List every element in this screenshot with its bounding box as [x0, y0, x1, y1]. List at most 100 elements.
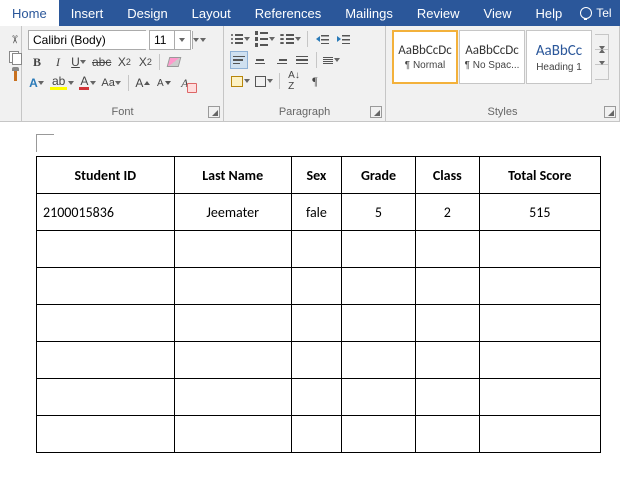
- shading-button[interactable]: [230, 72, 251, 90]
- table-cell[interactable]: [415, 268, 479, 305]
- font-color-button[interactable]: A: [78, 74, 97, 92]
- highlight-button[interactable]: ab: [49, 74, 75, 92]
- chevron-down-icon[interactable]: [174, 31, 188, 49]
- underline-button[interactable]: U: [70, 53, 88, 71]
- table-cell[interactable]: [174, 231, 291, 268]
- table-cell[interactable]: 5: [342, 194, 416, 231]
- style-heading-1[interactable]: AaBbCc Heading 1: [526, 30, 592, 84]
- table-cell[interactable]: [37, 416, 175, 453]
- gallery-more-button[interactable]: [595, 64, 608, 79]
- bullets-button[interactable]: [230, 30, 251, 48]
- table-cell[interactable]: [174, 342, 291, 379]
- change-case-button[interactable]: Aa: [100, 74, 122, 92]
- font-family-combo[interactable]: [28, 30, 146, 50]
- justify-button[interactable]: [293, 51, 311, 69]
- grow-font-button[interactable]: A: [134, 74, 152, 92]
- table-cell[interactable]: [174, 268, 291, 305]
- tab-help[interactable]: Help: [523, 0, 574, 26]
- table-cell[interactable]: [342, 268, 416, 305]
- align-right-button[interactable]: [272, 51, 290, 69]
- tab-home[interactable]: Home: [0, 0, 59, 26]
- table-cell[interactable]: [37, 268, 175, 305]
- tab-view[interactable]: View: [472, 0, 524, 26]
- table-cell[interactable]: [342, 379, 416, 416]
- table-row[interactable]: [37, 342, 601, 379]
- table-cell[interactable]: [291, 379, 341, 416]
- table-row[interactable]: [37, 379, 601, 416]
- superscript-button[interactable]: X2: [136, 53, 154, 71]
- strikethrough-button[interactable]: abc: [91, 53, 112, 71]
- table-cell[interactable]: [174, 379, 291, 416]
- table-header-cell[interactable]: Last Name: [174, 157, 291, 194]
- show-marks-button[interactable]: ¶: [306, 72, 324, 90]
- table-cell[interactable]: [37, 342, 175, 379]
- table-cell[interactable]: 515: [479, 194, 600, 231]
- clear-all-formatting-button[interactable]: A: [176, 74, 194, 92]
- table-cell[interactable]: [342, 416, 416, 453]
- table-cell[interactable]: [479, 305, 600, 342]
- table-cell[interactable]: 2: [415, 194, 479, 231]
- table-cell[interactable]: [342, 305, 416, 342]
- font-size-more[interactable]: [194, 31, 212, 49]
- table-cell[interactable]: [174, 305, 291, 342]
- table-cell[interactable]: [415, 342, 479, 379]
- student-table[interactable]: Student IDLast NameSexGradeClassTotal Sc…: [36, 156, 601, 453]
- tab-mailings[interactable]: Mailings: [333, 0, 405, 26]
- multilevel-button[interactable]: [279, 30, 302, 48]
- table-cell[interactable]: [291, 305, 341, 342]
- table-header-cell[interactable]: Class: [415, 157, 479, 194]
- numbering-button[interactable]: [254, 30, 276, 48]
- style-no-spacing[interactable]: AaBbCcDc ¶ No Spac...: [459, 30, 525, 84]
- table-cell[interactable]: [291, 342, 341, 379]
- shrink-font-button[interactable]: A: [155, 74, 173, 92]
- table-row[interactable]: [37, 231, 601, 268]
- table-cell[interactable]: [291, 268, 341, 305]
- bold-button[interactable]: B: [28, 53, 46, 71]
- font-dialog-launcher[interactable]: [208, 106, 220, 118]
- paragraph-dialog-launcher[interactable]: [370, 106, 382, 118]
- table-cell[interactable]: Jeemater: [174, 194, 291, 231]
- table-cell[interactable]: [415, 231, 479, 268]
- table-row[interactable]: [37, 416, 601, 453]
- table-header-cell[interactable]: Total Score: [479, 157, 600, 194]
- font-size-combo[interactable]: [149, 30, 191, 50]
- tell-me[interactable]: Tel: [574, 0, 617, 26]
- table-cell[interactable]: 2100015836: [37, 194, 175, 231]
- table-cell[interactable]: [342, 231, 416, 268]
- styles-dialog-launcher[interactable]: [604, 106, 616, 118]
- table-cell[interactable]: [291, 416, 341, 453]
- align-center-button[interactable]: [251, 51, 269, 69]
- italic-button[interactable]: I: [49, 53, 67, 71]
- increase-indent-button[interactable]: [334, 30, 352, 48]
- table-cell[interactable]: [479, 379, 600, 416]
- tab-design[interactable]: Design: [115, 0, 179, 26]
- line-spacing-button[interactable]: [322, 51, 341, 69]
- table-cell[interactable]: [479, 416, 600, 453]
- tab-insert[interactable]: Insert: [59, 0, 116, 26]
- font-size-input[interactable]: [150, 31, 174, 49]
- align-left-button[interactable]: [230, 51, 248, 69]
- clear-formatting-button[interactable]: [165, 53, 183, 71]
- table-cell[interactable]: [174, 416, 291, 453]
- sort-button[interactable]: A↓Z: [285, 72, 303, 90]
- table-cell[interactable]: [415, 379, 479, 416]
- table-cell[interactable]: [342, 342, 416, 379]
- table-header-cell[interactable]: Student ID: [37, 157, 175, 194]
- subscript-button[interactable]: X2: [115, 53, 133, 71]
- table-cell[interactable]: [415, 416, 479, 453]
- tab-review[interactable]: Review: [405, 0, 472, 26]
- table-cell[interactable]: [37, 379, 175, 416]
- table-cell[interactable]: [415, 305, 479, 342]
- table-cell[interactable]: fale: [291, 194, 341, 231]
- table-cell[interactable]: [479, 342, 600, 379]
- tab-references[interactable]: References: [243, 0, 333, 26]
- table-row[interactable]: [37, 268, 601, 305]
- table-cell[interactable]: [37, 231, 175, 268]
- table-cell[interactable]: [291, 231, 341, 268]
- style-normal[interactable]: AaBbCcDc ¶ Normal: [392, 30, 458, 84]
- table-row[interactable]: [37, 305, 601, 342]
- table-cell[interactable]: [37, 305, 175, 342]
- table-header-cell[interactable]: Sex: [291, 157, 341, 194]
- text-effects-button[interactable]: A: [28, 74, 46, 92]
- document-area[interactable]: Student IDLast NameSexGradeClassTotal Sc…: [0, 122, 620, 465]
